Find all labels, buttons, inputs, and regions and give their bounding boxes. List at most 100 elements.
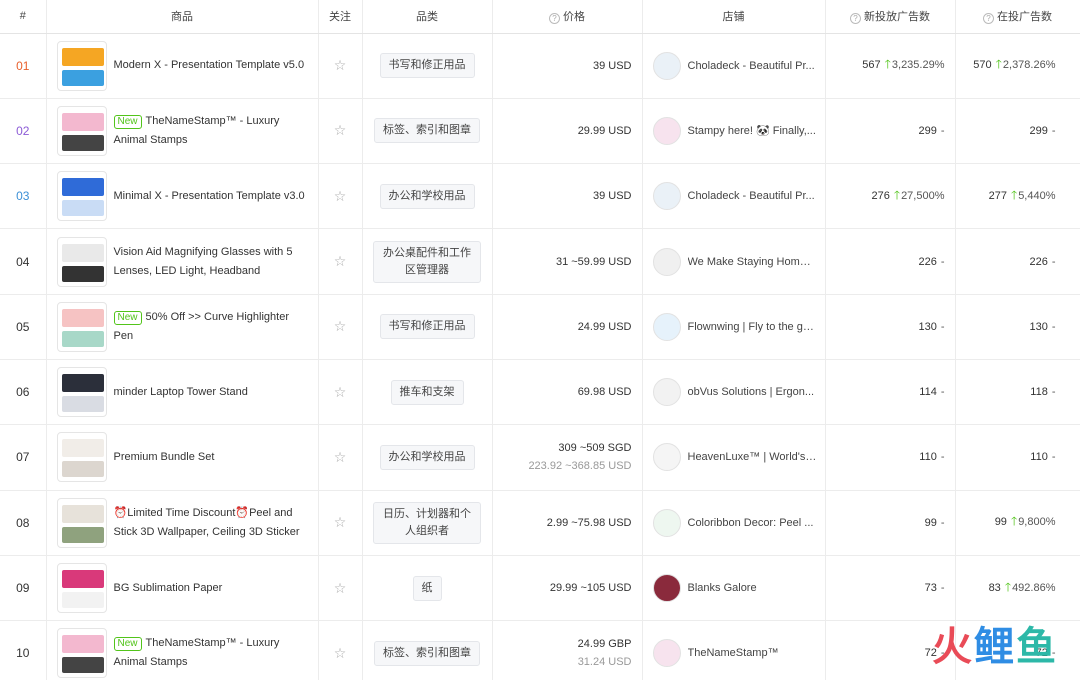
table-row[interactable]: 04 Vision Aid Magnifying Glasses with 5 L… — [0, 228, 1080, 295]
product-thumbnail[interactable] — [56, 563, 107, 614]
star-icon[interactable]: ☆ — [334, 188, 347, 204]
table-row[interactable]: 03 Minimal X - Presentation Template v3.0… — [0, 163, 1080, 230]
shop-logo[interactable] — [652, 639, 681, 668]
price-converted: 31.24 USD — [577, 656, 632, 669]
help-icon[interactable]: ? — [850, 13, 861, 25]
rank-number: 08 — [16, 515, 30, 530]
product-thumbnail[interactable] — [56, 105, 107, 156]
product-thumbnail[interactable] — [56, 628, 107, 679]
shop-name[interactable]: TheNameStamp™ — [688, 647, 779, 659]
product-thumbnail[interactable] — [56, 301, 107, 352]
table-row[interactable]: 09 BG Sublimation Paper ☆ 纸 29.99 ~105 USD Bl… — [0, 555, 1080, 622]
category-tag: 日历、计划器和个人组织者 — [373, 501, 481, 544]
star-icon[interactable]: ☆ — [334, 449, 347, 465]
product-name[interactable]: Minimal X - Presentation Template v3.0 — [114, 187, 305, 206]
shop-name[interactable]: Coloribbon Decor: Peel ... — [688, 517, 814, 529]
product-name[interactable]: New TheNameStamp™ - Luxury Animal Stamps — [113, 634, 310, 672]
shop-logo[interactable] — [652, 574, 681, 603]
table-row[interactable]: 06 minder Laptop Tower Stand ☆ 推车和支架 69.98 U… — [0, 359, 1080, 426]
shop-name[interactable]: obVus Solutions | Ergon... — [688, 386, 815, 398]
current-ads-growth: 9,800% — [1018, 516, 1056, 529]
header-price-label: 价格 — [563, 11, 585, 24]
help-icon[interactable]: ? — [983, 13, 994, 25]
star-icon[interactable]: ☆ — [334, 318, 347, 334]
rank-number: 05 — [16, 319, 30, 334]
table-row[interactable]: 01 Modern X - Presentation Template v5.0 ☆… — [0, 33, 1080, 99]
table-row[interactable]: 08 ⏰Limited Time Discount⏰Peel and Stick … — [0, 490, 1080, 556]
product-name[interactable]: Premium Bundle Set — [114, 448, 215, 467]
table-row[interactable]: 07 Premium Bundle Set ☆ 办公和学校用品 309 ~509 SGD… — [0, 424, 1080, 491]
shop-cell[interactable]: Blanks Galore — [643, 574, 825, 603]
header-current-ads[interactable]: ? 在投广告数 — [955, 0, 1080, 34]
star-icon[interactable]: ☆ — [334, 253, 347, 269]
new-ads-count: 110 — [919, 451, 937, 464]
product-name[interactable]: New TheNameStamp™ - Luxury Animal Stamps — [113, 112, 310, 150]
price-value: 24.99 USD — [577, 320, 632, 333]
shop-cell[interactable]: Flownwing | Fly to the ga... — [643, 312, 825, 341]
table-row[interactable]: 05 New 50% Off >> Curve Highlighter Pen ☆ 书写… — [0, 294, 1080, 360]
product-name[interactable]: minder Laptop Tower Stand — [114, 383, 248, 402]
shop-logo[interactable] — [652, 182, 681, 211]
star-icon[interactable]: ☆ — [334, 384, 347, 400]
shop-cell[interactable]: HeavenLuxe™ | World's ... — [643, 443, 825, 472]
shop-logo[interactable] — [652, 508, 681, 537]
shop-name[interactable]: Flownwing | Fly to the ga... — [688, 321, 817, 333]
product-cell[interactable]: New TheNameStamp™ - Luxury Animal Stamps — [47, 105, 318, 156]
shop-name[interactable]: We Make Staying Home ... — [688, 256, 817, 268]
new-ads-count: 567 — [862, 59, 881, 72]
product-cell[interactable]: New TheNameStamp™ - Luxury Animal Stamps — [47, 628, 318, 679]
product-name[interactable]: Modern X - Presentation Template v5.0 — [114, 56, 305, 75]
shop-name[interactable]: Stampy here! 🐼 Finally,... — [688, 124, 816, 137]
shop-logo[interactable] — [652, 116, 681, 145]
shop-logo[interactable] — [652, 443, 681, 472]
shop-cell[interactable]: obVus Solutions | Ergon... — [643, 378, 825, 407]
product-cell[interactable]: minder Laptop Tower Stand — [47, 367, 318, 418]
product-cell[interactable]: Premium Bundle Set — [47, 432, 318, 483]
shop-logo[interactable] — [652, 312, 681, 341]
shop-cell[interactable]: Choladeck - Beautiful Pr... — [643, 182, 825, 211]
shop-name[interactable]: Choladeck - Beautiful Pr... — [688, 190, 815, 202]
shop-logo[interactable] — [652, 51, 681, 80]
product-name[interactable]: BG Sublimation Paper — [114, 579, 223, 598]
shop-cell[interactable]: Stampy here! 🐼 Finally,... — [643, 116, 825, 145]
header-price[interactable]: ? 价格 — [492, 0, 643, 34]
table-row[interactable]: 02 New TheNameStamp™ - Luxury Animal Stamp… — [0, 98, 1080, 165]
help-icon[interactable]: ? — [549, 13, 560, 25]
header-new-ads[interactable]: ? 新投放广告数 — [825, 0, 956, 34]
product-thumbnail[interactable] — [56, 236, 107, 287]
star-icon[interactable]: ☆ — [334, 645, 347, 661]
product-name[interactable]: ⏰Limited Time Discount⏰Peel and Stick 3D… — [114, 504, 310, 542]
star-icon[interactable]: ☆ — [334, 57, 347, 73]
star-icon[interactable]: ☆ — [334, 514, 347, 530]
product-thumbnail[interactable] — [56, 367, 107, 418]
current-ads-count: 83 — [988, 581, 1001, 594]
star-icon[interactable]: ☆ — [334, 580, 347, 596]
star-icon[interactable]: ☆ — [334, 122, 347, 138]
header-new-ads-label: 新投放广告数 — [864, 11, 930, 24]
category-tag: 书写和修正用品 — [379, 314, 475, 340]
shop-cell[interactable]: We Make Staying Home ... — [643, 247, 825, 276]
shop-cell[interactable]: TheNameStamp™ — [643, 639, 825, 668]
product-cell[interactable]: New 50% Off >> Curve Highlighter Pen — [47, 301, 318, 352]
product-name[interactable]: New 50% Off >> Curve Highlighter Pen — [113, 308, 310, 346]
shop-name[interactable]: Choladeck - Beautiful Pr... — [688, 60, 815, 72]
product-thumbnail[interactable] — [56, 171, 107, 222]
product-cell[interactable]: Modern X - Presentation Template v5.0 — [47, 40, 318, 91]
shop-name[interactable]: Blanks Galore — [688, 582, 757, 594]
rank-number: 04 — [16, 254, 30, 269]
shop-cell[interactable]: Coloribbon Decor: Peel ... — [643, 508, 825, 537]
category-tag: 办公和学校用品 — [379, 183, 475, 209]
product-cell[interactable]: BG Sublimation Paper — [47, 563, 318, 614]
product-cell[interactable]: ⏰Limited Time Discount⏰Peel and Stick 3D… — [47, 497, 318, 548]
product-thumbnail[interactable] — [56, 497, 107, 548]
shop-logo[interactable] — [652, 247, 681, 276]
shop-cell[interactable]: Choladeck - Beautiful Pr... — [643, 51, 825, 80]
product-name[interactable]: Vision Aid Magnifying Glasses with 5 Len… — [114, 243, 310, 281]
product-thumbnail[interactable] — [56, 40, 107, 91]
shop-name[interactable]: HeavenLuxe™ | World's ... — [688, 451, 817, 463]
product-thumbnail[interactable] — [56, 432, 107, 483]
product-cell[interactable]: Minimal X - Presentation Template v3.0 — [47, 171, 318, 222]
product-cell[interactable]: Vision Aid Magnifying Glasses with 5 Len… — [47, 236, 318, 287]
shop-logo[interactable] — [652, 378, 681, 407]
table-row[interactable]: 10 New TheNameStamp™ - Luxury Animal Stamp… — [0, 620, 1080, 680]
